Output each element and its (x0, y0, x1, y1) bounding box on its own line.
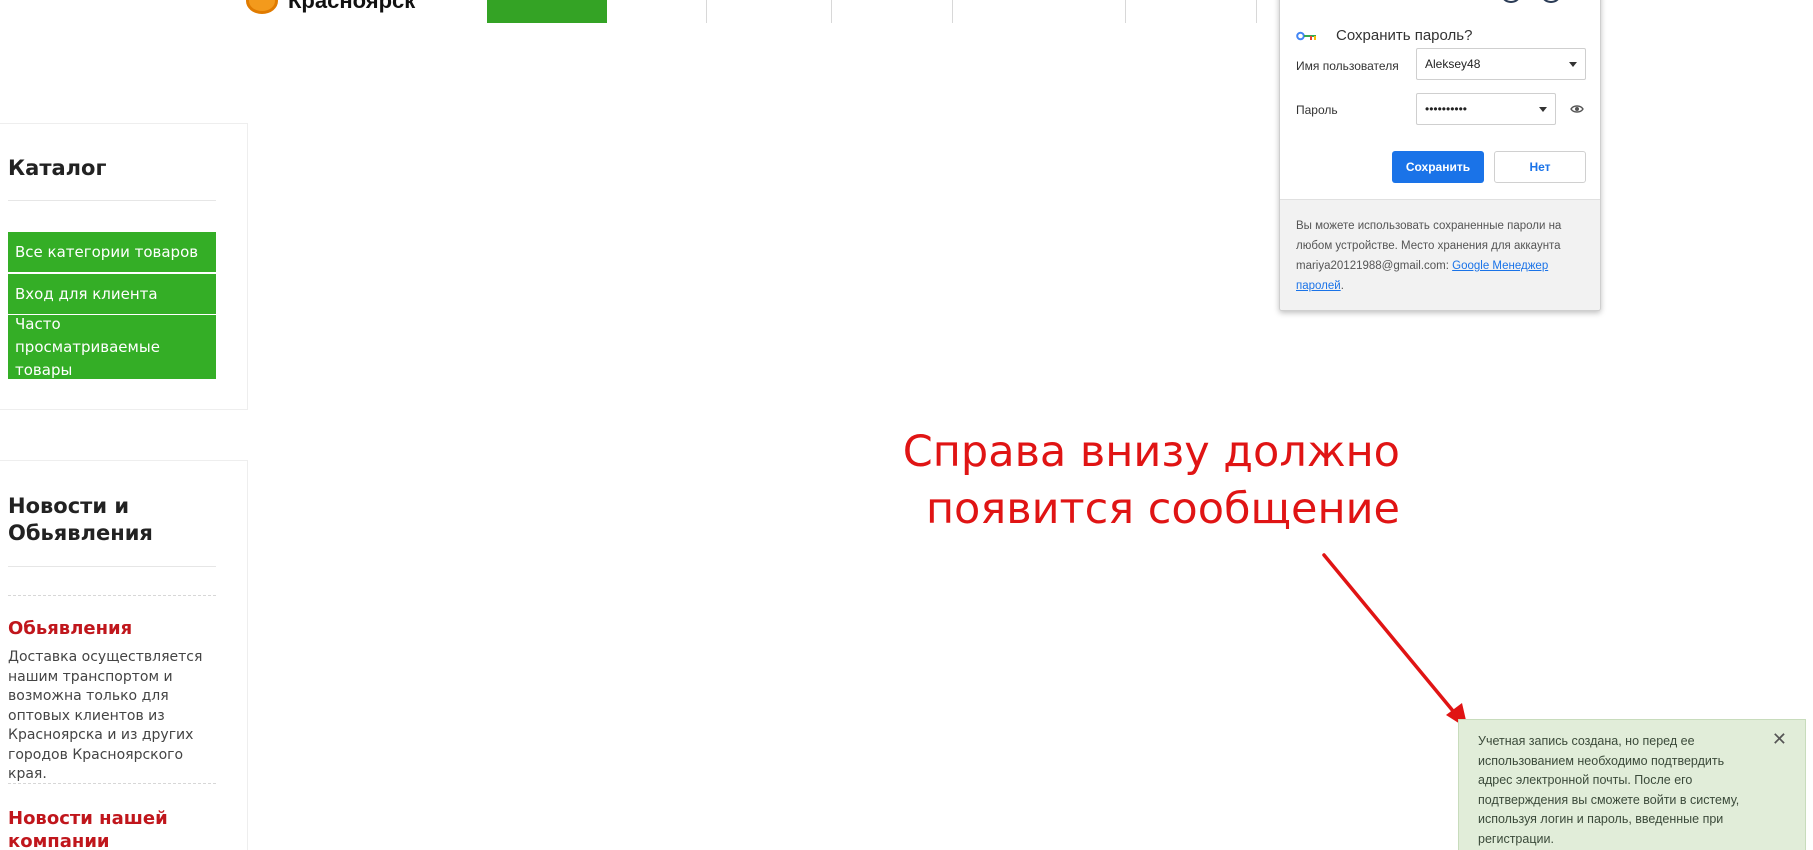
popup-title: Сохранить пароль? (1336, 27, 1473, 44)
catalog-item-all-categories[interactable]: Все категории товаров (8, 232, 216, 272)
save-password-button[interactable]: Сохранить (1392, 151, 1484, 183)
password-label: Пароль (1296, 103, 1338, 117)
nav-item-active[interactable] (487, 0, 607, 23)
nav-divider (831, 0, 832, 23)
popup-top-decor (1500, 0, 1570, 5)
chevron-down-icon (1569, 62, 1577, 67)
catalog-panel: Каталог Все категории товаров Вход для к… (0, 123, 248, 410)
username-label: Имя пользователя (1296, 59, 1399, 73)
username-value: Aleksey48 (1425, 57, 1481, 71)
annotation-text: Справа внизу должно появится сообщение (830, 424, 1400, 538)
never-save-button[interactable]: Нет (1494, 151, 1586, 183)
password-value: •••••••••• (1425, 102, 1468, 116)
news-heading-company-news[interactable]: Новости нашей компании (8, 807, 208, 850)
news-panel-title: Новости и Обьявления (8, 494, 153, 545)
divider (8, 566, 216, 567)
catalog-item-frequently-viewed[interactable]: Часто просматриваемые товары (8, 315, 216, 379)
news-panel: Новости и Обьявления Обьявления Доставка… (0, 460, 248, 850)
news-heading-announcements[interactable]: Обьявления (8, 617, 132, 640)
news-text-announcements: Доставка осуществляется нашим транспорто… (8, 649, 203, 782)
account-circle-icon (1500, 0, 1522, 3)
annotation-line-1: Справа внизу должно (902, 427, 1400, 477)
nav-divider (1125, 0, 1126, 23)
logo-emblem-icon (246, 0, 278, 14)
catalog-item-client-login[interactable]: Вход для клиента (8, 274, 216, 314)
dashed-divider (8, 595, 216, 596)
site-logo[interactable]: Красноярск (246, 0, 415, 14)
dashed-divider (8, 783, 216, 784)
save-password-popup: Сохранить пароль? Имя пользователя Aleks… (1279, 0, 1601, 311)
toast-message: Учетная запись создана, но перед ее испо… (1478, 734, 1740, 846)
eye-icon[interactable] (1570, 102, 1584, 116)
account-circle-icon (1540, 0, 1562, 3)
divider (8, 200, 216, 201)
username-select[interactable]: Aleksey48 (1416, 48, 1586, 80)
account-created-toast: Учетная запись создана, но перед ее испо… (1458, 719, 1806, 850)
popup-footer-end: . (1340, 280, 1344, 292)
close-icon[interactable]: ✕ (1772, 730, 1787, 748)
password-select[interactable]: •••••••••• (1416, 93, 1556, 125)
nav-divider (1256, 0, 1257, 23)
annotation-line-2: появится сообщение (925, 484, 1400, 534)
catalog-title: Каталог (8, 156, 107, 180)
key-icon (1296, 31, 1316, 41)
chevron-down-icon (1539, 107, 1547, 112)
logo-text: Красноярск (288, 0, 416, 13)
popup-footer: Вы можете использовать сохраненные парол… (1280, 199, 1600, 310)
annotation-arrow-icon (1322, 553, 1468, 729)
nav-divider (706, 0, 707, 23)
nav-divider (952, 0, 953, 23)
